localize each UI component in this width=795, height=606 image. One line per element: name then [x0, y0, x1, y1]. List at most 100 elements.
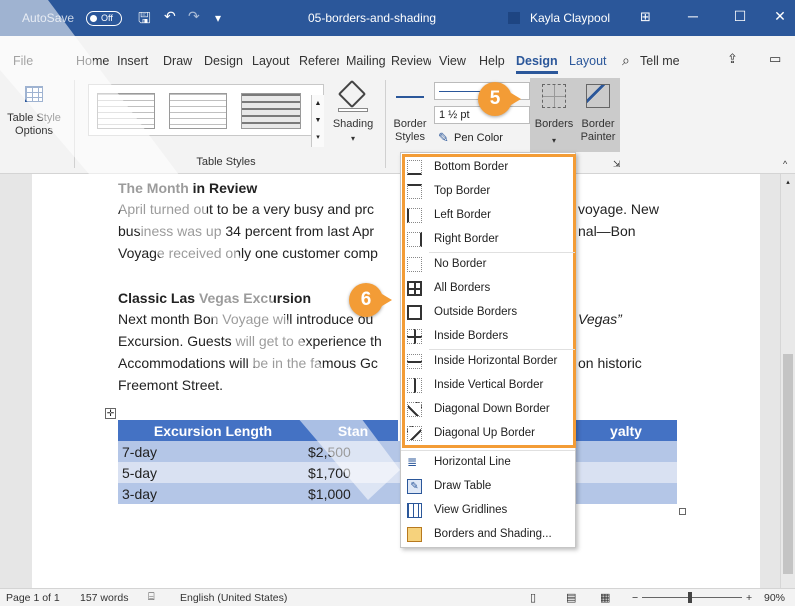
diagonal-down-border-icon — [407, 402, 422, 417]
menu-item-inside-vertical-border[interactable]: Inside Vertical Border — [401, 374, 575, 398]
menu-item-all-borders[interactable]: All Borders — [401, 277, 575, 301]
tab-mailings[interactable]: Mailings — [346, 54, 386, 68]
table-cell[interactable] — [571, 441, 677, 462]
inside-borders-icon — [407, 329, 422, 344]
zoom-slider[interactable] — [642, 597, 742, 598]
tab-layout-doc[interactable]: Layout — [252, 54, 293, 68]
web-layout-icon[interactable]: ▦ — [600, 591, 610, 604]
chevron-down-icon: ▾ — [551, 136, 556, 145]
table-cell[interactable] — [571, 462, 677, 483]
scrollbar-thumb[interactable] — [783, 354, 793, 574]
border-styles-button[interactable]: Border Styles — [390, 82, 430, 150]
menu-item-left-border[interactable]: Left Border — [401, 204, 575, 228]
left-border-icon — [407, 208, 422, 223]
tab-design-doc[interactable]: Design — [204, 54, 246, 68]
table-cell[interactable]: 7-day — [118, 441, 304, 462]
tab-review[interactable]: Review — [391, 54, 431, 68]
comments-icon[interactable]: ▭ — [769, 51, 781, 67]
table-cell[interactable]: 3-day — [118, 483, 304, 504]
zoom-in-button[interactable]: + — [746, 592, 752, 604]
save-icon[interactable]: 🖫 — [138, 8, 151, 33]
shading-button[interactable]: Shading ▾ — [330, 78, 376, 154]
tab-references[interactable]: References — [299, 54, 339, 68]
tab-insert[interactable]: Insert — [117, 54, 155, 68]
undo-icon[interactable]: ↶ — [164, 8, 176, 25]
menu-item-top-border[interactable]: Top Border — [401, 180, 575, 204]
vertical-scrollbar[interactable]: ▴ — [780, 174, 795, 588]
excursion-table: Excursion Length Stan yalty 7-day $2,500… — [118, 420, 677, 504]
right-border-icon — [407, 232, 422, 247]
menu-item-draw-table[interactable]: ✎ Draw Table — [401, 475, 575, 499]
menu-item-inside-borders[interactable]: Inside Borders — [401, 325, 575, 349]
table-cell[interactable]: $2,500 — [304, 441, 401, 462]
borders-button[interactable]: Borders ▾ — [532, 80, 576, 152]
read-mode-icon[interactable]: ▯ — [530, 591, 536, 604]
shading-label: Shading — [332, 118, 374, 130]
zoom-slider-thumb[interactable] — [688, 592, 692, 603]
minimize-button[interactable]: ─ — [678, 8, 708, 24]
table-cell[interactable]: 5-day — [118, 462, 304, 483]
zoom-out-button[interactable]: − — [632, 592, 638, 604]
tab-home[interactable]: Home — [76, 54, 110, 68]
dialog-launcher-icon[interactable]: ⇲ — [613, 158, 621, 171]
table-cell[interactable] — [571, 483, 677, 504]
word-count[interactable]: 157 words — [80, 592, 128, 604]
menu-item-diagonal-down-border[interactable]: Diagonal Down Border — [401, 398, 575, 422]
tab-view[interactable]: View — [439, 54, 473, 68]
menu-item-bottom-border[interactable]: Bottom Border — [401, 156, 575, 180]
inside-horizontal-border-icon — [407, 354, 422, 369]
tab-help[interactable]: Help — [479, 54, 509, 68]
table-resize-handle[interactable] — [679, 508, 686, 515]
menu-item-no-border[interactable]: No Border — [401, 253, 575, 277]
qat-customize-icon[interactable]: ▾ — [215, 11, 221, 25]
table-header-cell[interactable]: Stan — [304, 420, 401, 441]
pen-color-button[interactable]: ✎ Pen Color — [434, 130, 530, 148]
table-style-thumb[interactable] — [241, 93, 301, 129]
language-status[interactable]: English (United States) — [180, 592, 287, 604]
menu-item-horizontal-line[interactable]: ≣ Horizontal Line — [401, 451, 575, 475]
menu-item-inside-horizontal-border[interactable]: Inside Horizontal Border — [401, 350, 575, 374]
menu-item-borders-and-shading[interactable]: Borders and Shading... — [401, 523, 575, 547]
search-icon: ⌕ — [622, 52, 630, 68]
proofing-icon[interactable]: ⌸ — [148, 591, 155, 604]
paragraph-line: business was up 34 percent from last Apr — [118, 223, 375, 239]
menu-item-diagonal-up-border[interactable]: Diagonal Up Border — [401, 422, 575, 446]
horizontal-line-icon: ≣ — [407, 455, 418, 469]
border-painter-button[interactable]: Border Painter — [576, 80, 620, 152]
share-icon[interactable]: ⇪ — [727, 51, 738, 67]
table-cell[interactable]: $1,000 — [304, 483, 401, 504]
menu-item-right-border[interactable]: Right Border — [401, 228, 575, 252]
page-count[interactable]: Page 1 of 1 — [6, 592, 60, 604]
menu-item-outside-borders[interactable]: Outside Borders — [401, 301, 575, 325]
scroll-up-icon[interactable]: ▴ — [783, 178, 793, 188]
all-borders-icon — [407, 281, 422, 296]
menu-item-view-gridlines[interactable]: View Gridlines — [401, 499, 575, 523]
close-button[interactable]: ✕ — [765, 8, 795, 25]
table-style-thumb[interactable] — [97, 93, 155, 129]
borders-label: Borders — [534, 118, 574, 130]
ribbon-display-icon[interactable]: ⊞ — [640, 9, 651, 25]
borders-dropdown-menu: Bottom Border Top Border Left Border Rig… — [400, 152, 576, 548]
tab-file[interactable]: File — [13, 54, 33, 68]
step-5-callout: 5 — [478, 82, 521, 116]
maximize-button[interactable]: ☐ — [725, 8, 755, 25]
ribbon: Table Style Options ▲ ▼ ▾ Shading ▾ Table … — [0, 74, 795, 174]
table-cell[interactable]: $1,700 — [304, 462, 401, 483]
tab-draw[interactable]: Draw — [163, 54, 196, 68]
table-style-options-button[interactable]: Table Style Options — [2, 78, 68, 150]
border-style-icon — [396, 96, 424, 98]
print-layout-icon[interactable]: ▤ — [566, 591, 576, 604]
tab-table-design[interactable]: Design — [516, 54, 558, 74]
tell-me-box[interactable]: Tell me — [640, 54, 680, 68]
autosave-toggle[interactable]: Off — [86, 11, 122, 26]
user-name[interactable]: Kayla Claypool — [530, 11, 610, 25]
table-move-handle[interactable]: ✛ — [105, 408, 116, 419]
tab-table-layout[interactable]: Layout — [569, 54, 607, 68]
table-style-thumb[interactable] — [169, 93, 227, 129]
redo-icon[interactable]: ↷ — [188, 8, 200, 25]
collapse-ribbon-icon[interactable]: ^ — [783, 158, 787, 171]
gallery-scroll[interactable]: ▲ ▼ ▾ — [311, 95, 324, 147]
table-header-cell[interactable]: Excursion Length — [118, 420, 304, 441]
zoom-level[interactable]: 90% — [764, 592, 785, 604]
table-header-cell[interactable]: yalty — [571, 420, 677, 441]
